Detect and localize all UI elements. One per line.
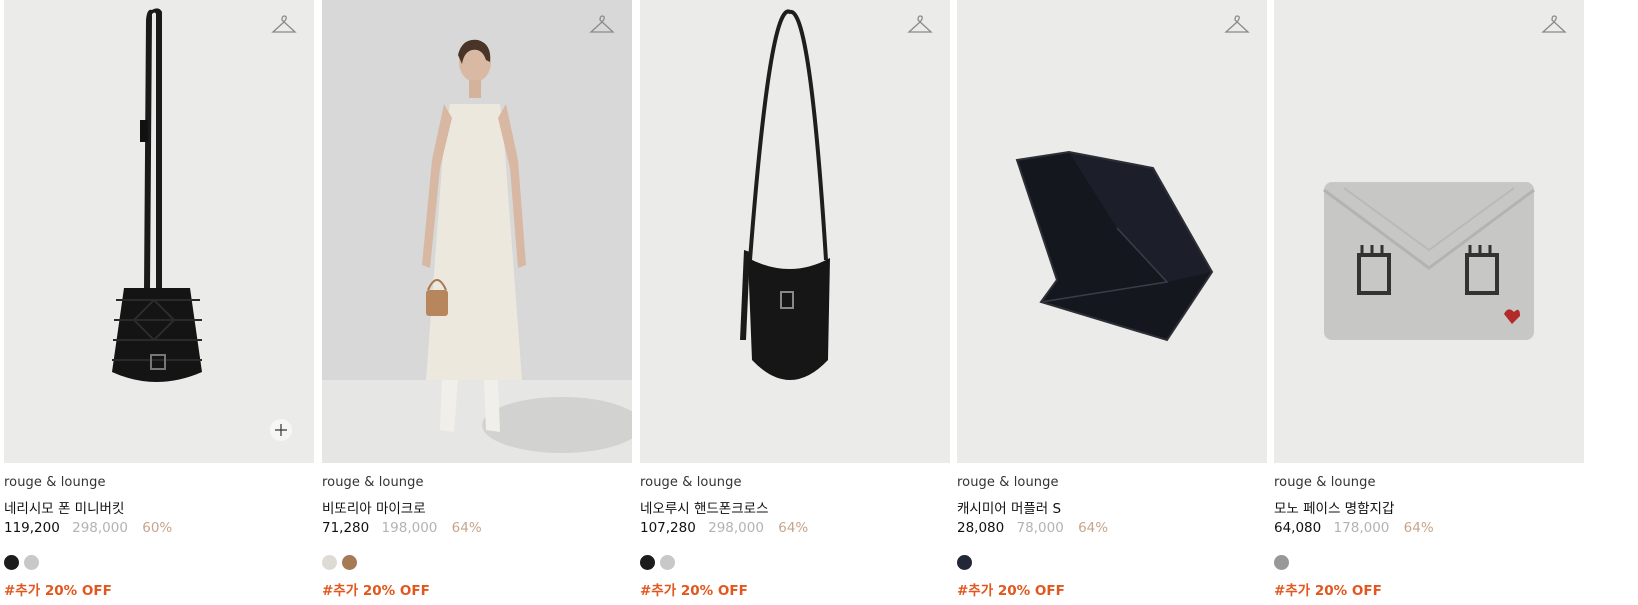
- original-price: 78,000: [1016, 520, 1064, 536]
- hanger-icon[interactable]: [271, 14, 297, 36]
- hanger-icon[interactable]: [589, 14, 615, 36]
- price-row: 107,280 298,000 64%: [640, 520, 950, 540]
- hanger-icon[interactable]: [907, 14, 933, 36]
- product-brand[interactable]: rouge & lounge: [640, 475, 950, 493]
- promo-tag: #추가 20% OFF: [322, 583, 430, 599]
- product-brand[interactable]: rouge & lounge: [1274, 475, 1584, 493]
- plus-icon[interactable]: [270, 419, 292, 441]
- sale-price: 107,280: [640, 520, 696, 536]
- product-card[interactable]: rouge & lounge 비또리아 마이크로 71,280 198,000 …: [322, 0, 632, 599]
- discount-rate: 60%: [142, 520, 173, 536]
- discount-rate: 64%: [451, 520, 482, 536]
- product-name[interactable]: 모노 페이스 명함지갑: [1274, 497, 1584, 517]
- original-price: 298,000: [72, 520, 128, 536]
- sale-price: 64,080: [1274, 520, 1322, 536]
- product-image[interactable]: [640, 0, 950, 463]
- hanger-icon[interactable]: [1541, 14, 1567, 36]
- model-dress-image: [322, 0, 632, 463]
- discount-rate: 64%: [778, 520, 809, 536]
- product-name[interactable]: 네리시모 폰 미니버킷: [4, 497, 314, 517]
- price-row: 119,200 298,000 60%: [4, 520, 314, 540]
- product-card[interactable]: rouge & lounge 네리시모 폰 미니버킷 119,200 298,0…: [4, 0, 314, 599]
- sale-price: 71,280: [322, 520, 370, 536]
- color-swatches: [957, 555, 1267, 571]
- product-card[interactable]: rouge & lounge 캐시미어 머플러 S 28,080 78,000 …: [957, 0, 1267, 599]
- promo-tag: #추가 20% OFF: [4, 583, 112, 599]
- sale-price: 119,200: [4, 520, 60, 536]
- price-row: 28,080 78,000 64%: [957, 520, 1267, 540]
- color-swatch-grey[interactable]: [1274, 555, 1289, 570]
- color-swatches: [322, 555, 632, 571]
- price-row: 64,080 178,000 64%: [1274, 520, 1584, 540]
- original-price: 198,000: [381, 520, 438, 536]
- price-row: 71,280 198,000 64%: [322, 520, 632, 540]
- bucket-bag-image: [112, 8, 202, 382]
- product-name[interactable]: 네오루시 핸드폰크로스: [640, 497, 950, 517]
- card-wallet-image: [1323, 182, 1535, 340]
- color-swatch-navy[interactable]: [957, 555, 972, 570]
- hanger-icon[interactable]: [1224, 14, 1250, 36]
- product-card[interactable]: rouge & lounge 모노 페이스 명함지갑 64,080 178,00…: [1274, 0, 1584, 599]
- color-swatches: [4, 555, 314, 571]
- discount-rate: 64%: [1078, 520, 1109, 536]
- color-swatch-grey[interactable]: [660, 555, 675, 570]
- color-swatch-camel[interactable]: [342, 555, 357, 570]
- muffler-image: [1015, 150, 1214, 342]
- color-swatch-ivory[interactable]: [322, 555, 337, 570]
- promo-tag: #추가 20% OFF: [640, 583, 748, 599]
- product-image[interactable]: [957, 0, 1267, 463]
- discount-rate: 64%: [1403, 520, 1434, 536]
- promo-tag: #추가 20% OFF: [1274, 583, 1382, 599]
- color-swatches: [640, 555, 950, 571]
- product-card[interactable]: rouge & lounge 네오루시 핸드폰크로스 107,280 298,0…: [640, 0, 950, 599]
- original-price: 178,000: [1333, 520, 1390, 536]
- sale-price: 28,080: [957, 520, 1005, 536]
- crossbody-bag-image: [740, 9, 830, 380]
- product-image[interactable]: [4, 0, 314, 463]
- color-swatch-grey[interactable]: [24, 555, 39, 570]
- color-swatches: [1274, 555, 1584, 571]
- product-brand[interactable]: rouge & lounge: [957, 475, 1267, 493]
- product-image[interactable]: [322, 0, 632, 463]
- color-swatch-black[interactable]: [4, 555, 19, 570]
- product-brand[interactable]: rouge & lounge: [4, 475, 314, 493]
- product-name[interactable]: 비또리아 마이크로: [322, 497, 632, 517]
- original-price: 298,000: [708, 520, 764, 536]
- product-name[interactable]: 캐시미어 머플러 S: [957, 497, 1267, 517]
- product-grid: rouge & lounge 네리시모 폰 미니버킷 119,200 298,0…: [0, 0, 1638, 605]
- color-swatch-black[interactable]: [640, 555, 655, 570]
- product-brand[interactable]: rouge & lounge: [322, 475, 632, 493]
- promo-tag: #추가 20% OFF: [957, 583, 1065, 599]
- product-image[interactable]: [1274, 0, 1584, 463]
